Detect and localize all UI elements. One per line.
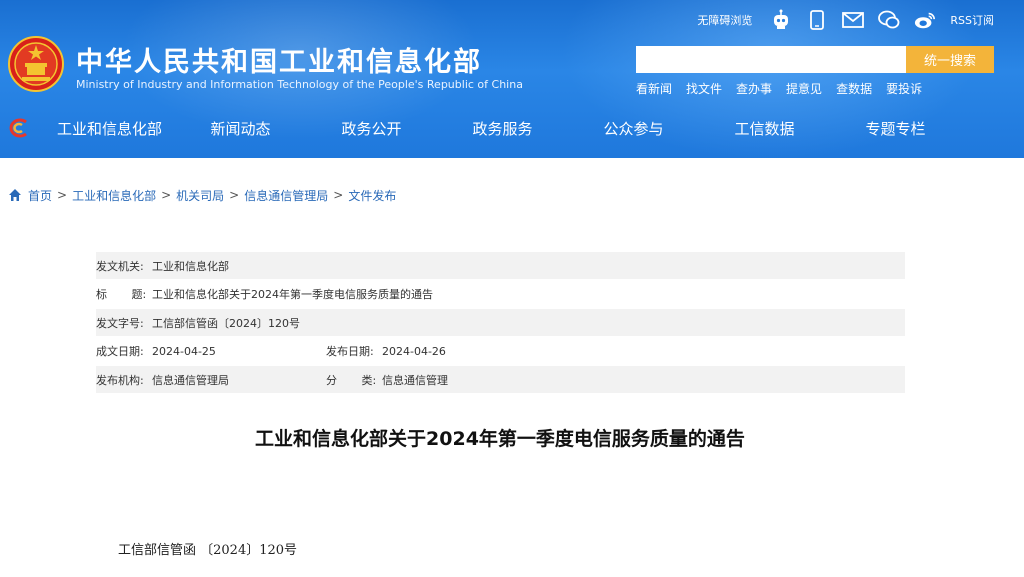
mobile-icon[interactable]	[806, 9, 828, 31]
info-row-issuer: 发文机关: 工业和信息化部	[96, 252, 905, 279]
nav-item-services[interactable]: 政务服务	[437, 112, 568, 146]
search-button[interactable]: 统一搜索	[906, 46, 994, 73]
agency-label: 发布机构:	[96, 373, 144, 387]
weibo-icon[interactable]	[914, 9, 936, 31]
robot-icon[interactable]	[770, 9, 792, 31]
nav-item-news[interactable]: 新闻动态	[175, 112, 306, 146]
created-cell: 成文日期: 2024-04-25	[96, 343, 326, 359]
breadcrumb-ministry[interactable]: 工业和信息化部	[72, 187, 156, 204]
quick-link-data[interactable]: 查数据	[836, 80, 872, 97]
home-icon	[9, 189, 21, 201]
nav-item-public-affairs[interactable]: 政务公开	[306, 112, 437, 146]
category-label: 分 类:	[326, 373, 377, 387]
info-row-docno: 发文字号: 工信部信管函〔2024〕120号	[96, 309, 905, 336]
info-row-dates: 成文日期: 2024-04-25 发布日期: 2024-04-26	[96, 338, 905, 365]
quick-link-complaint[interactable]: 要投诉	[886, 80, 922, 97]
search-input[interactable]	[636, 46, 906, 73]
quick-link-feedback[interactable]: 提意见	[786, 80, 822, 97]
breadcrumb-publications[interactable]: 文件发布	[348, 187, 396, 204]
agency-value: 信息通信管理局	[152, 373, 229, 387]
mail-icon[interactable]	[842, 9, 865, 31]
title-value: 工业和信息化部关于2024年第一季度电信服务质量的通告	[152, 288, 433, 301]
breadcrumb-home[interactable]: 首页	[28, 187, 52, 204]
breadcrumb-separator: >	[229, 188, 240, 202]
quick-link-news[interactable]: 看新闻	[636, 80, 672, 97]
quick-links: 看新闻 找文件 查办事 提意见 查数据 要投诉	[636, 80, 936, 97]
published-label: 发布日期:	[326, 345, 374, 358]
breadcrumb-departments[interactable]: 机关司局	[176, 187, 224, 204]
docno-value: 工信部信管函〔2024〕120号	[152, 316, 300, 330]
nav-logo-icon[interactable]	[6, 118, 30, 138]
accessible-browse-link[interactable]: 无障碍浏览	[697, 12, 752, 28]
main-nav: 工业和信息化部 新闻动态 政务公开 政务服务 公众参与 工信数据 专题专栏	[44, 112, 1024, 146]
agency-cell: 发布机构: 信息通信管理局	[96, 372, 326, 388]
created-value: 2024-04-25	[152, 344, 216, 358]
docno-label: 发文字号:	[96, 316, 144, 330]
created-label: 成文日期:	[96, 345, 144, 358]
national-emblem-icon[interactable]	[8, 36, 64, 92]
quick-link-services[interactable]: 查办事	[736, 80, 772, 97]
document-info-table: 发文机关: 工业和信息化部 标 题: 工业和信息化部关于2024年第一季度电信服…	[96, 252, 905, 395]
breadcrumb-separator: >	[57, 188, 68, 202]
nav-item-participation[interactable]: 公众参与	[568, 112, 699, 146]
site-title[interactable]: 中华人民共和国工业和信息化部	[76, 40, 482, 79]
breadcrumb-telecom-bureau[interactable]: 信息通信管理局	[244, 187, 328, 204]
breadcrumb-separator: >	[333, 188, 344, 202]
category-cell: 分 类: 信息通信管理	[326, 372, 448, 388]
site-subtitle: Ministry of Industry and Information Tec…	[76, 78, 523, 91]
top-links: 无障碍浏览 RSS订阅	[697, 8, 1024, 32]
site-header: 中华人民共和国工业和信息化部 Ministry of Industry and …	[0, 0, 1024, 158]
published-value: 2024-04-26	[382, 344, 446, 358]
nav-item-data[interactable]: 工信数据	[699, 112, 830, 146]
document-reference: 工信部信管函 〔2024〕120号	[118, 543, 298, 558]
info-row-agency: 发布机构: 信息通信管理局 分 类: 信息通信管理	[96, 366, 905, 393]
published-cell: 发布日期: 2024-04-26	[326, 343, 446, 359]
title-label: 标 题:	[96, 288, 147, 301]
info-row-title: 标 题: 工业和信息化部关于2024年第一季度电信服务质量的通告	[96, 281, 905, 308]
breadcrumb-separator: >	[161, 188, 172, 202]
rss-link[interactable]: RSS订阅	[950, 12, 994, 28]
category-value: 信息通信管理	[382, 373, 448, 387]
breadcrumb: 首页 > 工业和信息化部 > 机关司局 > 信息通信管理局 > 文件发布	[8, 185, 396, 205]
issuer-label: 发文机关:	[96, 259, 144, 273]
document-title: 工业和信息化部关于2024年第一季度电信服务质量的通告	[255, 428, 745, 450]
nav-item-topics[interactable]: 专题专栏	[830, 112, 961, 146]
issuer-value: 工业和信息化部	[152, 259, 229, 273]
nav-item-ministry[interactable]: 工业和信息化部	[44, 112, 175, 146]
wechat-icon[interactable]	[878, 9, 900, 31]
quick-link-files[interactable]: 找文件	[686, 80, 722, 97]
